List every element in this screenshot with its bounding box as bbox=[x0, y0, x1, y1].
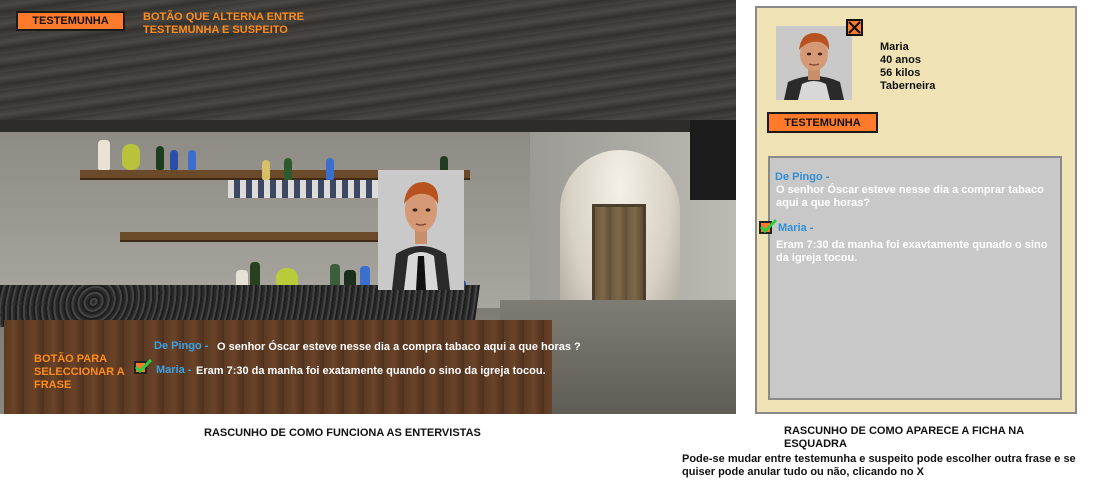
wooden-door bbox=[592, 204, 646, 310]
bottle bbox=[326, 158, 334, 180]
card-witness-suspect-toggle-button[interactable]: TESTEMUNHA bbox=[767, 112, 878, 133]
bottle bbox=[156, 146, 164, 170]
bottle bbox=[122, 144, 140, 170]
close-x-icon[interactable] bbox=[846, 19, 863, 36]
transcript-question-text: O senhor Óscar esteve nesse dia a compra… bbox=[776, 184, 1044, 209]
card-caption: RASCUNHO DE COMO APARECE A FICHA NA ESQU… bbox=[784, 425, 1024, 450]
bottle bbox=[262, 160, 270, 180]
bottle bbox=[188, 150, 196, 170]
npc-portrait bbox=[378, 170, 464, 290]
card-name: Maria bbox=[880, 41, 909, 53]
dialog-answer-text[interactable]: Eram 7:30 da manha foi exatamente quando… bbox=[196, 365, 546, 377]
dialog-speaker-maria: Maria - bbox=[156, 364, 192, 376]
transcript-speaker-maria: Maria - bbox=[778, 222, 814, 234]
bottle bbox=[284, 158, 292, 180]
select-button-note: BOTÃO PARA SELECCIONAR A FRASE bbox=[34, 353, 125, 391]
toggle-button-note: BOTÃO QUE ALTERNA ENTRE TESTEMUNHA E SUS… bbox=[143, 11, 304, 36]
transcript-speaker-investigator: De Pingo - bbox=[775, 171, 830, 183]
dialog-speaker-investigator: De Pingo - bbox=[154, 340, 209, 352]
bottle bbox=[170, 150, 178, 170]
witness-suspect-toggle-button[interactable]: TESTEMUNHA bbox=[16, 11, 125, 31]
card-portrait bbox=[776, 26, 852, 100]
dialog-question-text[interactable]: O senhor Óscar esteve nesse dia a compra… bbox=[217, 341, 581, 353]
transcript-selected-check-icon[interactable] bbox=[758, 218, 778, 234]
scene-caption: RASCUNHO DE COMO FUNCIONA AS ENTERVISTAS bbox=[204, 427, 481, 439]
transcript-answer-text: Eram 7:30 da manha foi exavtamente qunad… bbox=[776, 239, 1048, 264]
card-occupation: Taberneira bbox=[880, 80, 936, 92]
select-phrase-check-icon[interactable] bbox=[133, 358, 153, 374]
dark-panel bbox=[690, 120, 736, 200]
bottle bbox=[98, 140, 110, 170]
ceiling-beam bbox=[0, 120, 736, 132]
card-age: 40 anos bbox=[880, 54, 921, 66]
lower-shelf bbox=[120, 232, 380, 242]
card-weight: 56 kilos bbox=[880, 67, 921, 79]
card-description: Pode-se mudar entre testemunha e suspeit… bbox=[682, 453, 1076, 478]
game-scene: TESTEMUNHA BOTÃO QUE ALTERNA ENTRE TESTE… bbox=[0, 0, 736, 414]
